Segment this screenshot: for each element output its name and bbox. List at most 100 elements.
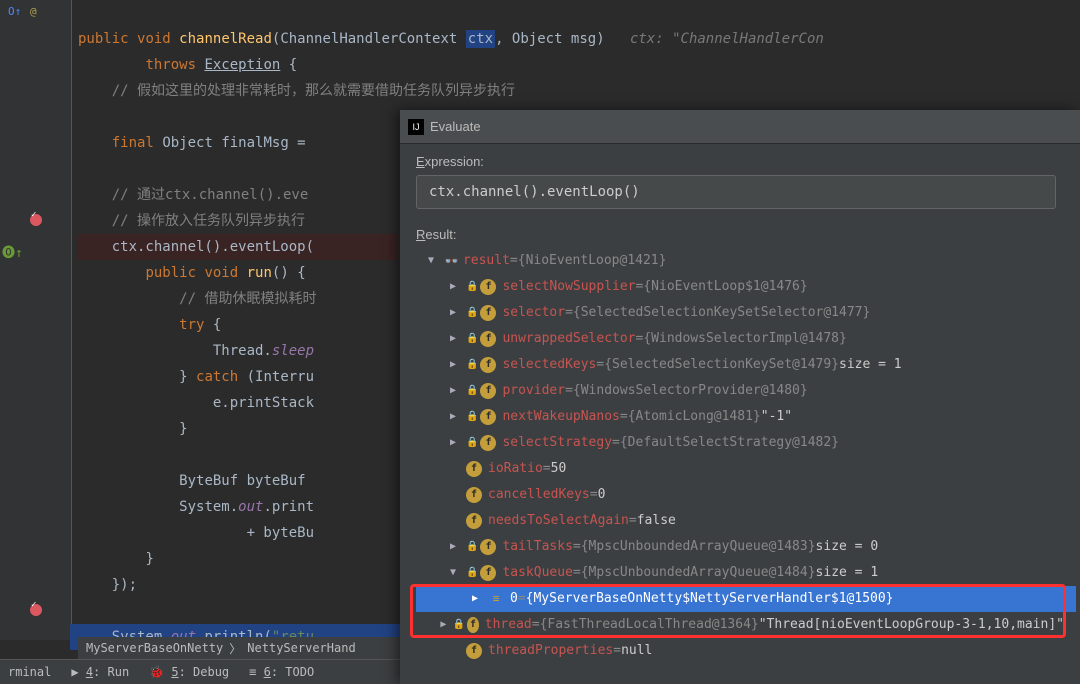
lock-icon: 🔒 [466,430,478,456]
annotation-icon[interactable]: @ [30,5,37,18]
tree-row[interactable]: ▼🔒ftaskQueue = {MpscUnboundedArrayQueue@… [416,560,1064,586]
field-name: taskQueue [502,560,572,586]
tree-row[interactable]: ▶🔒fthread = {FastThreadLocalThread@1364}… [416,612,1064,638]
field-name: nextWakeupNanos [502,404,619,430]
tree-row[interactable]: fioRatio = 50 [416,456,1064,482]
field-value: {WindowsSelectorImpl@1478} [643,326,847,352]
field-name: ioRatio [488,456,543,482]
field-value: {MpscUnboundedArrayQueue@1483} [581,534,816,560]
expand-icon[interactable]: ▶ [450,326,462,352]
expand-icon[interactable]: ▶ [450,300,462,326]
breakpoint-icon[interactable] [30,214,42,229]
field-name: selectedKeys [502,352,596,378]
field-icon: f [480,435,496,451]
expand-icon[interactable]: ▶ [450,352,462,378]
field-name: selectStrategy [502,430,612,456]
execution-point-icon: ⓿↑ [2,242,23,261]
tree-row[interactable]: ▶🔒fprovider = {WindowsSelectorProvider@1… [416,378,1064,404]
expand-icon[interactable]: ▶ [450,430,462,456]
expression-input[interactable]: ctx.channel().eventLoop() [416,175,1056,209]
collapse-icon[interactable]: ▼ [428,248,440,274]
tree-row[interactable]: ▶🔒fselector = {SelectedSelectionKeySetSe… [416,300,1064,326]
lock-icon: 🔒 [466,404,478,430]
field-name: selectNowSupplier [502,274,635,300]
evaluate-dialog: IJ Evaluate Expression: ctx.channel().ev… [400,110,1080,684]
lock-icon: 🔒 [466,300,478,326]
tree-row[interactable]: ▶🔒fselectNowSupplier = {NioEventLoop$1@1… [416,274,1064,300]
override-icon[interactable]: O↑ [8,5,21,18]
breadcrumbs[interactable]: MyServerBaseOnNetty 〉 NettyServerHand [78,637,408,659]
field-value: {SelectedSelectionKeySetSelector@1477} [573,300,870,326]
editor-gutter: O↑ @ ⓿↑ [0,0,72,640]
field-icon: f [467,617,478,633]
lock-icon: 🔒 [466,274,478,300]
field-name: result [463,248,510,274]
watch-icon: 👓 [444,248,459,274]
result-label: Result: [416,227,1064,242]
field-name: cancelledKeys [488,482,590,508]
field-value: {NioEventLoop$1@1476} [643,274,807,300]
expression-label: Expression: [416,154,1064,169]
terminal-tab[interactable]: rminal [8,665,51,679]
field-value: {AtomicLong@1481} [628,404,761,430]
field-value: {DefaultSelectStrategy@1482} [620,430,839,456]
field-name: needsToSelectAgain [488,508,629,534]
breakpoint-icon[interactable] [30,604,42,619]
tree-row[interactable]: ▼👓result = {NioEventLoop@1421} [416,248,1064,274]
field-value: 0 [598,482,606,508]
result-tree[interactable]: ▼👓result = {NioEventLoop@1421}▶🔒fselectN… [416,248,1064,664]
field-icon: f [466,643,482,659]
tree-row[interactable]: ▶🔒fselectedKeys = {SelectedSelectionKeyS… [416,352,1064,378]
index-icon: ≡ [488,591,504,607]
todo-tab[interactable]: ≡ 6: TODO [249,665,314,679]
breadcrumb-item[interactable]: NettyServerHand [247,641,355,655]
tree-row[interactable]: fneedsToSelectAgain = false [416,508,1064,534]
tree-row[interactable]: ▶🔒ftailTasks = {MpscUnboundedArrayQueue@… [416,534,1064,560]
collapse-icon[interactable]: ▼ [450,560,462,586]
lock-icon: 🔒 [466,534,478,560]
lock-icon: 🔒 [466,352,478,378]
field-value: {NioEventLoop@1421} [518,248,667,274]
field-value: 50 [551,456,567,482]
field-value: {MpscUnboundedArrayQueue@1484} [581,560,816,586]
field-icon: f [480,539,496,555]
field-name: tailTasks [502,534,572,560]
field-name: 0 [510,586,518,612]
breadcrumb-item[interactable]: MyServerBaseOnNetty [86,641,223,655]
field-icon: f [480,357,496,373]
chevron-icon: 〉 [229,640,241,657]
field-icon: f [480,331,496,347]
tree-row[interactable]: ▶🔒fnextWakeupNanos = {AtomicLong@1481} "… [416,404,1064,430]
expand-icon[interactable]: ▶ [440,612,449,638]
lock-icon: 🔒 [466,560,478,586]
expand-icon[interactable]: ▶ [450,378,462,404]
tree-row[interactable]: ▶≡0 = {MyServerBaseOnNetty$NettyServerHa… [416,586,1076,612]
debug-tab[interactable]: 🐞 5: Debug [149,665,229,679]
run-tab[interactable]: ▶ 4: Run [71,665,129,679]
expand-icon[interactable]: ▶ [450,534,462,560]
field-value: {WindowsSelectorProvider@1480} [573,378,808,404]
field-icon: f [480,305,496,321]
tree-row[interactable]: ▶🔒funwrappedSelector = {WindowsSelectorI… [416,326,1064,352]
expand-icon[interactable]: ▶ [450,274,462,300]
tree-row[interactable]: fthreadProperties = null [416,638,1064,664]
expand-icon[interactable]: ▶ [472,586,484,612]
dialog-title-bar[interactable]: IJ Evaluate [400,110,1080,144]
expand-icon[interactable]: ▶ [450,404,462,430]
field-value: false [637,508,676,534]
field-value: null [621,638,652,664]
field-name: threadProperties [488,638,613,664]
field-icon: f [466,487,482,503]
tree-row[interactable]: ▶🔒fselectStrategy = {DefaultSelectStrate… [416,430,1064,456]
tree-row[interactable]: fcancelledKeys = 0 [416,482,1064,508]
field-icon: f [480,383,496,399]
field-name: thread [485,612,532,638]
field-icon: f [466,513,482,529]
field-name: unwrappedSelector [502,326,635,352]
field-icon: f [480,409,496,425]
field-icon: f [480,565,496,581]
lock-icon: 🔒 [453,612,465,638]
field-icon: f [466,461,482,477]
field-value: {SelectedSelectionKeySet@1479} [604,352,839,378]
lock-icon: 🔒 [466,326,478,352]
